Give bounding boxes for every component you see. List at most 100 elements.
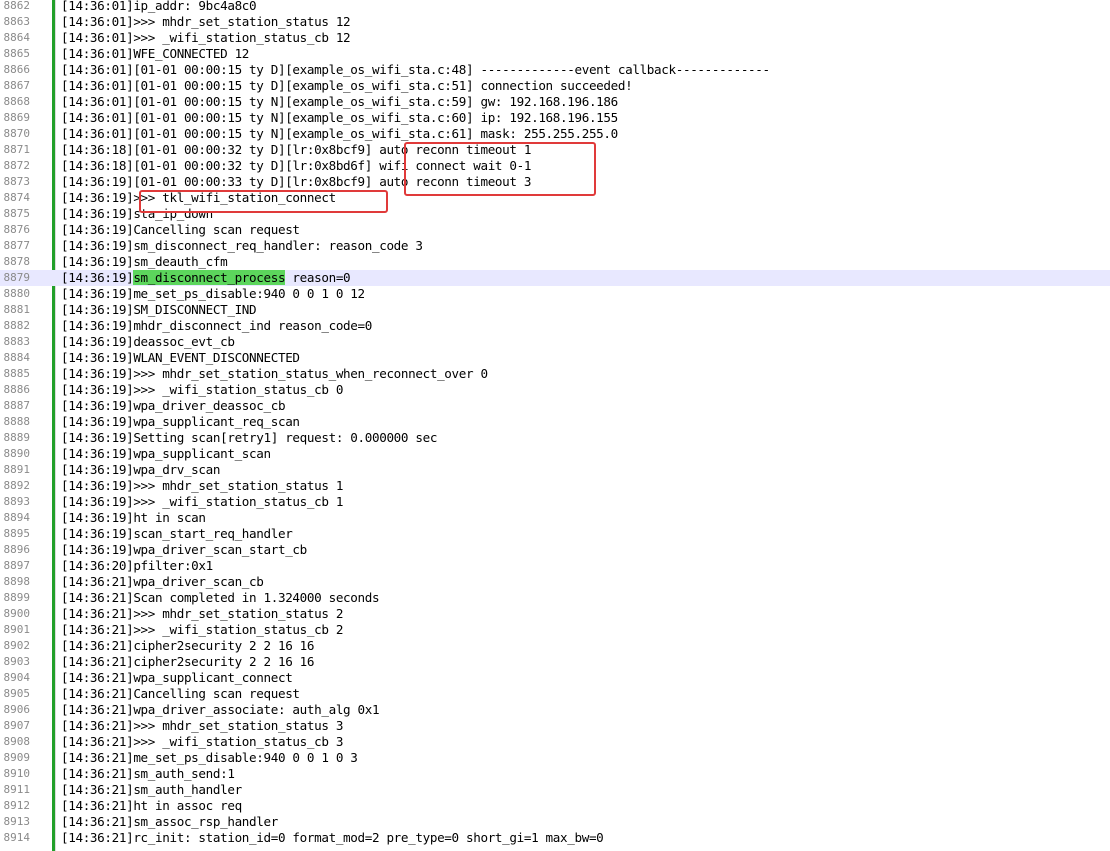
line-text[interactable]: [14:36:21]sm_auth_send:1 bbox=[61, 766, 235, 782]
log-line[interactable]: 8867 [14:36:01][01-01 00:00:15 ty D][exam… bbox=[0, 78, 1110, 94]
line-text[interactable]: [14:36:21]me_set_ps_disable:940 0 0 1 0 … bbox=[61, 750, 358, 766]
log-line[interactable]: 8873 [14:36:19][01-01 00:00:33 ty D][lr:0… bbox=[0, 174, 1110, 190]
line-text[interactable]: [14:36:19]wpa_drv_scan bbox=[61, 462, 220, 478]
line-text[interactable]: [14:36:18][01-01 00:00:32 ty D][lr:0x8bc… bbox=[61, 142, 531, 158]
line-text[interactable]: [14:36:19]>>> tkl_wifi_station_connect bbox=[61, 190, 336, 206]
log-line[interactable]: 8870 [14:36:01][01-01 00:00:15 ty N][exam… bbox=[0, 126, 1110, 142]
line-text[interactable]: [14:36:19]scan_start_req_handler bbox=[61, 526, 293, 542]
log-line[interactable]: 8898 [14:36:21]wpa_driver_scan_cb bbox=[0, 574, 1110, 590]
line-text[interactable]: [14:36:19]>>> _wifi_station_status_cb 1 bbox=[61, 494, 343, 510]
line-text[interactable]: [14:36:21]wpa_driver_scan_cb bbox=[61, 574, 264, 590]
line-text[interactable]: [14:36:01][01-01 00:00:15 ty N][example_… bbox=[61, 110, 618, 126]
log-line[interactable]: 8866 [14:36:01][01-01 00:00:15 ty D][exam… bbox=[0, 62, 1110, 78]
log-line[interactable]: 8905 [14:36:21]Cancelling scan request bbox=[0, 686, 1110, 702]
line-text[interactable]: [14:36:19]WLAN_EVENT_DISCONNECTED bbox=[61, 350, 300, 366]
line-text[interactable]: [14:36:19]wpa_driver_deassoc_cb bbox=[61, 398, 286, 414]
log-line[interactable]: 8862 [14:36:01]ip_addr: 9bc4a8c0 bbox=[0, 0, 1110, 14]
log-line[interactable]: 8893 [14:36:19]>>> _wifi_station_status_c… bbox=[0, 494, 1110, 510]
line-text[interactable]: [14:36:19]Setting scan[retry1] request: … bbox=[61, 430, 437, 446]
log-line[interactable]: 8900 [14:36:21]>>> mhdr_set_station_statu… bbox=[0, 606, 1110, 622]
log-line[interactable]: 8907 [14:36:21]>>> mhdr_set_station_statu… bbox=[0, 718, 1110, 734]
log-line[interactable]: 8863 [14:36:01]>>> mhdr_set_station_statu… bbox=[0, 14, 1110, 30]
log-line[interactable]: 8888 [14:36:19]wpa_supplicant_req_scan bbox=[0, 414, 1110, 430]
line-text[interactable]: [14:36:21]sm_auth_handler bbox=[61, 782, 242, 798]
log-line[interactable]: 8889 [14:36:19]Setting scan[retry1] reque… bbox=[0, 430, 1110, 446]
line-text[interactable]: [14:36:21]>>> mhdr_set_station_status 2 bbox=[61, 606, 343, 622]
log-line[interactable]: 8909 [14:36:21]me_set_ps_disable:940 0 0 … bbox=[0, 750, 1110, 766]
log-line[interactable]: 8865 [14:36:01]WFE_CONNECTED 12 bbox=[0, 46, 1110, 62]
line-text[interactable]: [14:36:19][01-01 00:00:33 ty D][lr:0x8bc… bbox=[61, 174, 531, 190]
log-line[interactable]: 8868 [14:36:01][01-01 00:00:15 ty N][exam… bbox=[0, 94, 1110, 110]
log-line[interactable]: 8886 [14:36:19]>>> _wifi_station_status_c… bbox=[0, 382, 1110, 398]
log-line[interactable]: 8890 [14:36:19]wpa_supplicant_scan bbox=[0, 446, 1110, 462]
line-text[interactable]: [14:36:19]sm_disconnect_req_handler: rea… bbox=[61, 238, 423, 254]
log-line[interactable]: 8896 [14:36:19]wpa_driver_scan_start_cb bbox=[0, 542, 1110, 558]
line-text[interactable]: [14:36:19]wpa_driver_scan_start_cb bbox=[61, 542, 307, 558]
current-log-line[interactable]: 8879 [14:36:19]sm_disconnect_process reas… bbox=[0, 270, 1110, 286]
line-text[interactable]: [14:36:19]wpa_supplicant_scan bbox=[61, 446, 271, 462]
log-line[interactable]: 8892 [14:36:19]>>> mhdr_set_station_statu… bbox=[0, 478, 1110, 494]
line-text[interactable]: [14:36:01][01-01 00:00:15 ty D][example_… bbox=[61, 62, 770, 78]
line-text[interactable]: [14:36:21]Scan completed in 1.324000 sec… bbox=[61, 590, 380, 606]
line-text[interactable]: [14:36:01]>>> mhdr_set_station_status 12 bbox=[61, 14, 351, 30]
log-line[interactable]: 8899 [14:36:21]Scan completed in 1.324000… bbox=[0, 590, 1110, 606]
line-text[interactable]: [14:36:19]SM_DISCONNECT_IND bbox=[61, 302, 257, 318]
line-text[interactable]: [14:36:21]>>> mhdr_set_station_status 3 bbox=[61, 718, 343, 734]
line-text[interactable]: [14:36:19]sm_deauth_cfm bbox=[61, 254, 228, 270]
log-line[interactable]: 8912 [14:36:21]ht in assoc req bbox=[0, 798, 1110, 814]
log-line[interactable]: 8914 [14:36:21]rc_init: station_id=0 form… bbox=[0, 830, 1110, 846]
log-line[interactable]: 8911 [14:36:21]sm_auth_handler bbox=[0, 782, 1110, 798]
line-text[interactable]: [14:36:21]>>> _wifi_station_status_cb 3 bbox=[61, 734, 343, 750]
line-text[interactable]: [14:36:01][01-01 00:00:15 ty D][example_… bbox=[61, 78, 633, 94]
log-line[interactable]: 8902 [14:36:21]cipher2security 2 2 16 16 bbox=[0, 638, 1110, 654]
log-line[interactable]: 8885 [14:36:19]>>> mhdr_set_station_statu… bbox=[0, 366, 1110, 382]
log-line[interactable]: 8869 [14:36:01][01-01 00:00:15 ty N][exam… bbox=[0, 110, 1110, 126]
log-line[interactable]: 8883 [14:36:19]deassoc_evt_cb bbox=[0, 334, 1110, 350]
log-line[interactable]: 8894 [14:36:19]ht in scan bbox=[0, 510, 1110, 526]
log-line[interactable]: 8874 [14:36:19]>>> tkl_wifi_station_conne… bbox=[0, 190, 1110, 206]
log-line[interactable]: 8871 [14:36:18][01-01 00:00:32 ty D][lr:0… bbox=[0, 142, 1110, 158]
log-line[interactable]: 8887 [14:36:19]wpa_driver_deassoc_cb bbox=[0, 398, 1110, 414]
log-line[interactable]: 8897 [14:36:20]pfilter:0x1 bbox=[0, 558, 1110, 574]
line-text[interactable]: [14:36:19]sm_disconnect_process reason=0 bbox=[61, 270, 351, 286]
line-text[interactable]: [14:36:21]ht in assoc req bbox=[61, 798, 242, 814]
line-text[interactable]: [14:36:21]rc_init: station_id=0 format_m… bbox=[61, 830, 604, 846]
log-line[interactable]: 8908 [14:36:21]>>> _wifi_station_status_c… bbox=[0, 734, 1110, 750]
line-text[interactable]: [14:36:21]Cancelling scan request bbox=[61, 686, 300, 702]
line-text[interactable]: [14:36:01]WFE_CONNECTED 12 bbox=[61, 46, 249, 62]
line-text[interactable]: [14:36:19]>>> mhdr_set_station_status 1 bbox=[61, 478, 343, 494]
line-text[interactable]: [14:36:01]ip_addr: 9bc4a8c0 bbox=[61, 0, 257, 14]
log-line[interactable]: 8881 [14:36:19]SM_DISCONNECT_IND bbox=[0, 302, 1110, 318]
log-line[interactable]: 8891 [14:36:19]wpa_drv_scan bbox=[0, 462, 1110, 478]
log-line[interactable]: 8876 [14:36:19]Cancelling scan request bbox=[0, 222, 1110, 238]
log-line[interactable]: 8901 [14:36:21]>>> _wifi_station_status_c… bbox=[0, 622, 1110, 638]
line-text[interactable]: [14:36:19]>>> _wifi_station_status_cb 0 bbox=[61, 382, 343, 398]
line-text[interactable]: [14:36:19]sta_ip_down bbox=[61, 206, 213, 222]
log-line[interactable]: 8875 [14:36:19]sta_ip_down bbox=[0, 206, 1110, 222]
log-lines[interactable]: 8862 [14:36:01]ip_addr: 9bc4a8c0 8863 [14:… bbox=[0, 0, 1110, 846]
log-line[interactable]: 8906 [14:36:21]wpa_driver_associate: auth… bbox=[0, 702, 1110, 718]
line-text[interactable]: [14:36:19]Cancelling scan request bbox=[61, 222, 300, 238]
line-text[interactable]: [14:36:21]sm_assoc_rsp_handler bbox=[61, 814, 278, 830]
line-text[interactable]: [14:36:21]cipher2security 2 2 16 16 bbox=[61, 638, 314, 654]
log-line[interactable]: 8903 [14:36:21]cipher2security 2 2 16 16 bbox=[0, 654, 1110, 670]
log-line[interactable]: 8895 [14:36:19]scan_start_req_handler bbox=[0, 526, 1110, 542]
line-text[interactable]: [14:36:19]mhdr_disconnect_ind reason_cod… bbox=[61, 318, 372, 334]
line-text[interactable]: [14:36:21]wpa_driver_associate: auth_alg… bbox=[61, 702, 380, 718]
line-text[interactable]: [14:36:21]cipher2security 2 2 16 16 bbox=[61, 654, 314, 670]
line-text[interactable]: [14:36:18][01-01 00:00:32 ty D][lr:0x8bd… bbox=[61, 158, 531, 174]
log-line[interactable]: 8864 [14:36:01]>>> _wifi_station_status_c… bbox=[0, 30, 1110, 46]
line-text[interactable]: [14:36:19]>>> mhdr_set_station_status_wh… bbox=[61, 366, 488, 382]
line-text[interactable]: [14:36:19]deassoc_evt_cb bbox=[61, 334, 235, 350]
line-text[interactable]: [14:36:19]ht in scan bbox=[61, 510, 206, 526]
log-line[interactable]: 8877 [14:36:19]sm_disconnect_req_handler:… bbox=[0, 238, 1110, 254]
log-line[interactable]: 8882 [14:36:19]mhdr_disconnect_ind reason… bbox=[0, 318, 1110, 334]
line-text[interactable]: [14:36:19]me_set_ps_disable:940 0 0 1 0 … bbox=[61, 286, 365, 302]
line-text[interactable]: [14:36:01][01-01 00:00:15 ty N][example_… bbox=[61, 126, 618, 142]
line-text[interactable]: [14:36:20]pfilter:0x1 bbox=[61, 558, 213, 574]
line-text[interactable]: [14:36:19]wpa_supplicant_req_scan bbox=[61, 414, 300, 430]
line-text[interactable]: [14:36:21]wpa_supplicant_connect bbox=[61, 670, 293, 686]
log-editor[interactable]: 8862 [14:36:01]ip_addr: 9bc4a8c0 8863 [14:… bbox=[0, 0, 1110, 851]
log-line[interactable]: 8913 [14:36:21]sm_assoc_rsp_handler bbox=[0, 814, 1110, 830]
log-line[interactable]: 8910 [14:36:21]sm_auth_send:1 bbox=[0, 766, 1110, 782]
